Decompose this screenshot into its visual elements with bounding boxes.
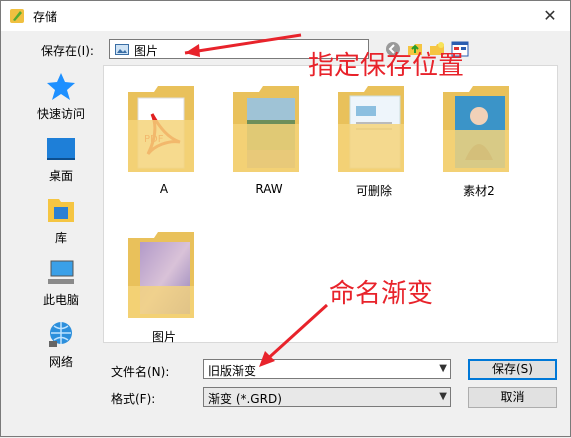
arrow-to-save-in — [184, 33, 302, 55]
save-dialog: 存储 ✕ 保存在(I): 图片 快速访问 桌面 库 此电脑 网络 A RAW 可… — [0, 0, 571, 437]
arrowhead-save-in — [185, 44, 200, 57]
annotation-arrows — [184, 33, 329, 367]
arrow-to-filename — [261, 303, 329, 365]
